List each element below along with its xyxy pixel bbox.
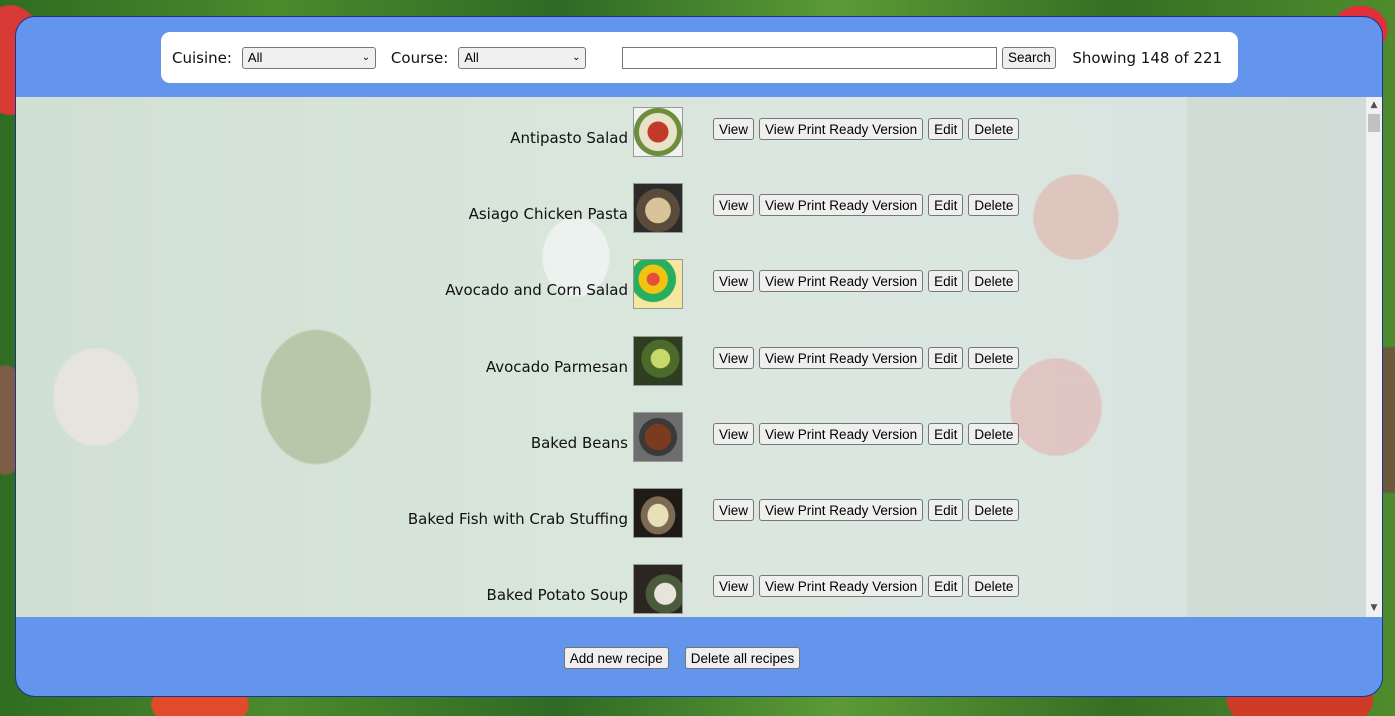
recipe-row: Avocado and Corn Salad View View Print R…	[16, 259, 1187, 311]
view-print-button[interactable]: View Print Ready Version	[759, 499, 924, 521]
recipe-thumbnail	[633, 183, 683, 233]
recipe-name: Avocado and Corn Salad	[445, 281, 628, 299]
recipe-row: Baked Beans View View Print Ready Versio…	[16, 412, 1187, 464]
recipe-row: Avocado Parmesan View View Print Ready V…	[16, 336, 1187, 388]
edit-button[interactable]: Edit	[928, 270, 964, 292]
edit-button[interactable]: Edit	[928, 194, 964, 216]
view-button[interactable]: View	[713, 499, 755, 521]
course-label: Course:	[390, 48, 449, 67]
edit-button[interactable]: Edit	[928, 575, 964, 597]
delete-button[interactable]: Delete	[968, 423, 1020, 445]
recipe-thumbnail	[633, 259, 683, 309]
main-panel: Cuisine: All ⌄ Course: All ⌄ Search Show…	[15, 16, 1383, 697]
recipe-name: Baked Potato Soup	[486, 586, 628, 604]
view-print-button[interactable]: View Print Ready Version	[759, 423, 924, 445]
chevron-down-icon: ⌄	[361, 52, 371, 63]
view-button[interactable]: View	[713, 347, 755, 369]
recipe-row: Asiago Chicken Pasta View View Print Rea…	[16, 183, 1187, 235]
scroll-down-icon[interactable]: ▼	[1366, 600, 1382, 617]
footer-actions: Add new recipe Delete all recipes	[16, 647, 1382, 669]
search-input[interactable]	[622, 46, 998, 69]
recipe-row: Baked Potato Soup View View Print Ready …	[16, 564, 1187, 616]
recipe-thumbnail	[633, 564, 683, 614]
add-recipe-button[interactable]: Add new recipe	[563, 647, 669, 669]
course-select-value: All	[464, 50, 479, 65]
view-button[interactable]: View	[713, 575, 755, 597]
recipe-thumbnail	[633, 336, 683, 386]
view-print-button[interactable]: View Print Ready Version	[759, 194, 924, 216]
view-print-button[interactable]: View Print Ready Version	[759, 270, 924, 292]
view-button[interactable]: View	[713, 423, 755, 445]
delete-button[interactable]: Delete	[968, 118, 1020, 140]
recipe-name: Baked Fish with Crab Stuffing	[407, 510, 628, 528]
recipe-name: Asiago Chicken Pasta	[468, 205, 628, 223]
recipe-thumbnail	[633, 107, 683, 157]
course-select[interactable]: All ⌄	[458, 46, 587, 69]
recipe-thumbnail	[633, 412, 683, 462]
edit-button[interactable]: Edit	[928, 347, 964, 369]
chevron-down-icon: ⌄	[572, 52, 581, 63]
recipe-thumbnail	[633, 488, 683, 538]
scroll-up-icon[interactable]: ▲	[1366, 97, 1382, 114]
view-print-button[interactable]: View Print Ready Version	[759, 347, 924, 369]
recipe-list[interactable]: Antipasto Salad View View Print Ready Ve…	[16, 97, 1368, 617]
scrollbar-thumb[interactable]	[1368, 114, 1380, 132]
recipe-name: Avocado Parmesan	[485, 358, 628, 376]
view-button[interactable]: View	[713, 194, 755, 216]
filter-toolbar: Cuisine: All ⌄ Course: All ⌄ Search Show…	[161, 32, 1238, 83]
cuisine-select[interactable]: All ⌄	[241, 46, 376, 69]
delete-button[interactable]: Delete	[968, 194, 1020, 216]
recipe-row: Antipasto Salad View View Print Ready Ve…	[16, 107, 1187, 159]
cuisine-select-value: All	[247, 50, 263, 65]
search-button[interactable]: Search	[1002, 46, 1057, 69]
results-count: Showing 148 of 221	[1072, 48, 1223, 67]
delete-button[interactable]: Delete	[968, 575, 1020, 597]
delete-button[interactable]: Delete	[968, 499, 1020, 521]
delete-button[interactable]: Delete	[968, 270, 1020, 292]
view-button[interactable]: View	[713, 118, 755, 140]
delete-button[interactable]: Delete	[968, 347, 1020, 369]
recipe-name: Baked Beans	[530, 434, 628, 452]
delete-all-recipes-button[interactable]: Delete all recipes	[684, 647, 801, 669]
recipe-name: Antipasto Salad	[510, 129, 628, 147]
edit-button[interactable]: Edit	[928, 423, 964, 445]
edit-button[interactable]: Edit	[928, 118, 964, 140]
edit-button[interactable]: Edit	[928, 499, 964, 521]
list-scrollbar[interactable]: ▲ ▼	[1366, 97, 1382, 617]
view-button[interactable]: View	[713, 270, 755, 292]
view-print-button[interactable]: View Print Ready Version	[759, 118, 924, 140]
view-print-button[interactable]: View Print Ready Version	[759, 575, 924, 597]
cuisine-label: Cuisine:	[172, 48, 232, 67]
recipe-row: Baked Fish with Crab Stuffing View View …	[16, 488, 1187, 540]
